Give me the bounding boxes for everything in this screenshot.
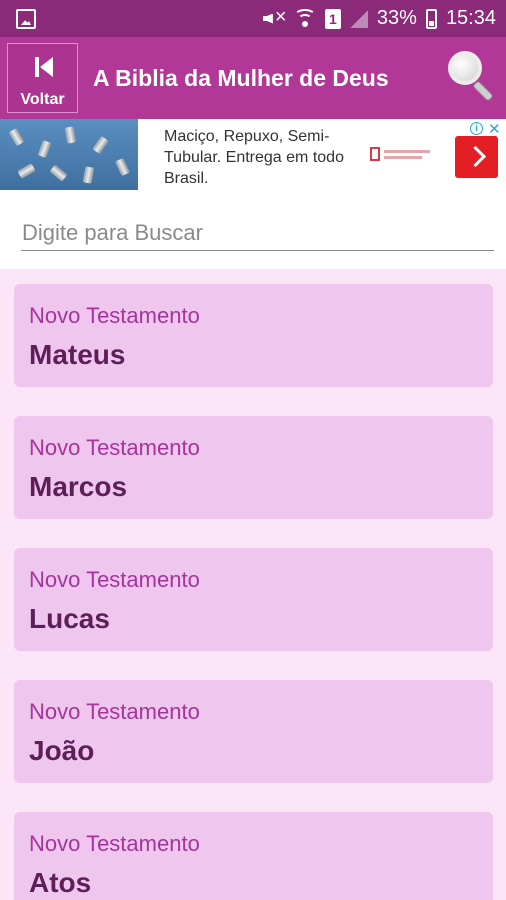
clock: 15:34 — [445, 7, 496, 29]
mute-icon — [263, 6, 287, 29]
list-item[interactable]: Novo Testamento Atos — [14, 812, 493, 900]
sim-icon: 1 — [324, 8, 341, 29]
ad-logo — [370, 147, 432, 163]
app-header: Voltar A Biblia da Mulher de Deus — [0, 37, 506, 119]
ad-banner[interactable]: Maciço, Repuxo, Semi-Tubular. Entrega em… — [0, 119, 506, 190]
skip-back-icon — [35, 57, 53, 77]
book-name: Lucas — [29, 603, 110, 634]
book-name: João — [29, 735, 95, 766]
ad-info-icon[interactable]: i — [470, 122, 483, 135]
ad-image[interactable] — [0, 119, 138, 190]
testament-label: Novo Testamento — [29, 303, 200, 328]
battery-icon — [425, 8, 437, 29]
gallery-icon — [16, 9, 36, 29]
back-button[interactable]: Voltar — [7, 43, 78, 113]
list-item[interactable]: Novo Testamento Mateus — [14, 284, 493, 387]
search-area — [0, 190, 506, 269]
wifi-icon — [293, 8, 316, 29]
search-icon[interactable] — [446, 49, 498, 102]
testament-label: Novo Testamento — [29, 435, 200, 460]
book-name: Marcos — [29, 471, 128, 502]
battery-percent: 33% — [376, 7, 417, 29]
testament-label: Novo Testamento — [29, 567, 200, 592]
book-name: Mateus — [29, 339, 126, 370]
status-icons: 1 33% 15:34 — [263, 0, 496, 37]
list-item[interactable]: Novo Testamento Marcos — [14, 416, 493, 519]
app-title: A Biblia da Mulher de Deus — [93, 65, 389, 91]
signal-icon — [349, 9, 368, 28]
ad-text[interactable]: Maciço, Repuxo, Semi-Tubular. Entrega em… — [164, 126, 344, 189]
search-input[interactable] — [21, 215, 494, 251]
ad-open-button[interactable] — [455, 136, 498, 178]
testament-label: Novo Testamento — [29, 831, 200, 856]
back-button-label: Voltar — [20, 91, 65, 108]
testament-label: Novo Testamento — [29, 699, 200, 724]
status-bar: 1 33% 15:34 — [0, 0, 506, 37]
book-name: Atos — [29, 867, 92, 898]
list-item[interactable]: Novo Testamento Lucas — [14, 548, 493, 651]
list-item[interactable]: Novo Testamento João — [14, 680, 493, 783]
